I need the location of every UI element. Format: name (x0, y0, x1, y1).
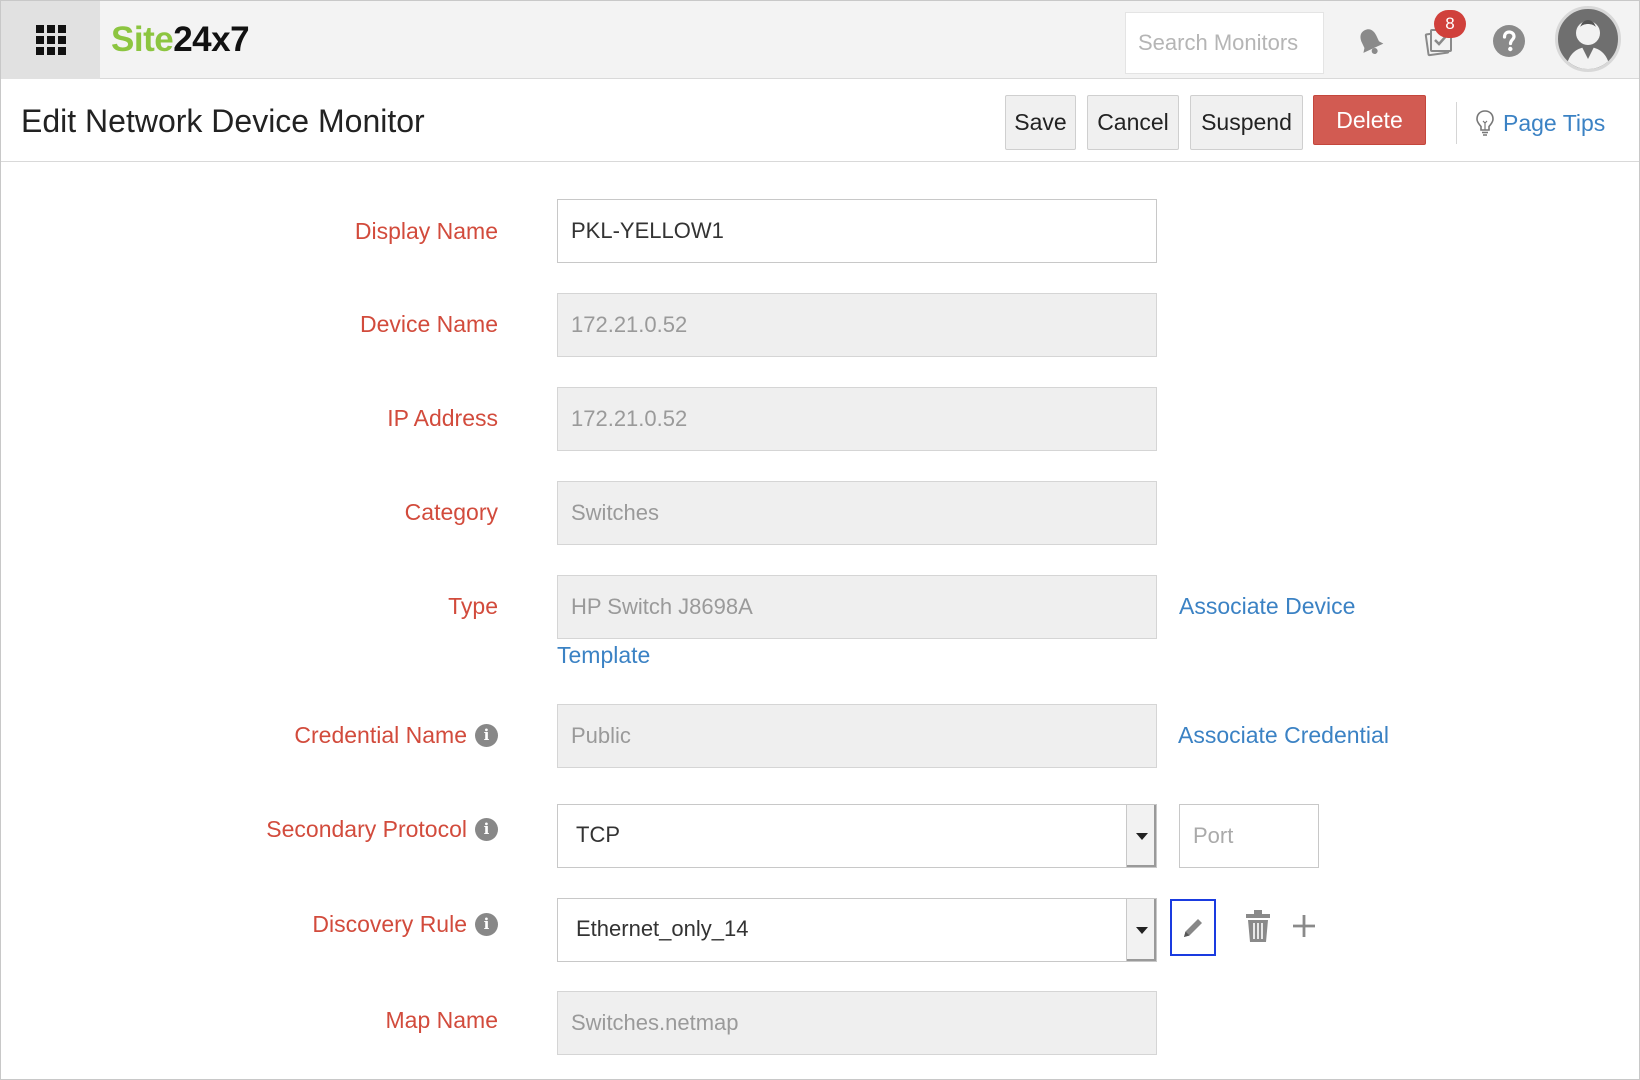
discovery-rule-label: Discovery Rule i (38, 909, 498, 939)
info-icon[interactable]: i (475, 723, 498, 747)
plus-icon (1293, 915, 1315, 937)
ip-address-label-text: IP Address (387, 405, 498, 431)
type-field (557, 575, 1157, 639)
map-name-label-text: Map Name (385, 1007, 498, 1033)
discovery-rule-select[interactable]: Ethernet_only_14 (557, 898, 1157, 962)
help-icon[interactable] (1491, 23, 1527, 59)
app-window: Site24x7 8 (0, 0, 1640, 1080)
chevron-down-icon[interactable] (1126, 899, 1156, 961)
apps-menu-button[interactable] (1, 1, 100, 79)
display-name-input[interactable] (557, 199, 1157, 263)
logo-text-24x7: 24x7 (173, 20, 250, 59)
page-tips-label: Page Tips (1503, 109, 1606, 136)
info-icon[interactable]: i (475, 912, 498, 936)
add-discovery-rule-button[interactable] (1287, 909, 1321, 943)
apps-grid-icon (35, 25, 66, 55)
category-label-text: Category (404, 499, 498, 525)
associate-device-template-link[interactable]: Associate Device (1179, 591, 1355, 621)
credential-name-label: Credential Name i (38, 720, 498, 750)
device-name-field (557, 293, 1157, 357)
top-bar: Site24x7 8 (1, 1, 1639, 79)
suspend-button[interactable]: Suspend (1190, 95, 1303, 150)
cancel-button[interactable]: Cancel (1087, 95, 1179, 150)
page-title: Edit Network Device Monitor (21, 103, 425, 139)
pencil-icon (1184, 918, 1202, 937)
search-monitors-input[interactable] (1125, 12, 1324, 74)
site24x7-logo[interactable]: Site24x7 (111, 19, 250, 61)
type-label-text: Type (448, 593, 498, 619)
associate-device-template-link-continued[interactable]: Template (557, 640, 650, 670)
lightbulb-icon (1476, 110, 1494, 136)
category-field (557, 481, 1157, 545)
page-tips-link[interactable]: Page Tips (1475, 103, 1605, 143)
delete-discovery-rule-button[interactable] (1241, 906, 1275, 946)
info-icon[interactable]: i (475, 817, 498, 841)
bell-icon[interactable] (1352, 23, 1388, 59)
credential-name-label-text: Credential Name (294, 722, 467, 748)
device-name-label: Device Name (38, 309, 498, 339)
port-input[interactable] (1179, 804, 1319, 868)
category-label: Category (38, 497, 498, 527)
header-divider (1456, 102, 1457, 144)
edit-discovery-rule-button[interactable] (1170, 899, 1216, 956)
trash-icon (1246, 910, 1270, 942)
display-name-label-text: Display Name (354, 218, 498, 244)
ip-address-field (557, 387, 1157, 451)
map-name-field (557, 991, 1157, 1055)
type-label: Type (38, 591, 498, 621)
ip-address-label: IP Address (38, 403, 498, 433)
secondary-protocol-label-text: Secondary Protocol (266, 816, 467, 842)
page-header: Edit Network Device Monitor Save Cancel … (1, 80, 1639, 162)
notification-count-badge: 8 (1434, 10, 1466, 38)
discovery-rule-value: Ethernet_only_14 (576, 916, 749, 941)
map-name-label: Map Name (38, 1005, 498, 1035)
display-name-label: Display Name (38, 216, 498, 246)
secondary-protocol-label: Secondary Protocol i (38, 814, 498, 844)
associate-credential-link[interactable]: Associate Credential (1178, 720, 1389, 750)
save-button[interactable]: Save (1005, 95, 1076, 150)
discovery-rule-label-text: Discovery Rule (312, 911, 467, 937)
chevron-down-icon[interactable] (1126, 805, 1156, 867)
secondary-protocol-value: TCP (576, 822, 620, 847)
device-name-label-text: Device Name (359, 311, 498, 337)
delete-button[interactable]: Delete (1313, 95, 1426, 145)
credential-name-field (557, 704, 1157, 768)
logo-text-site: Site (111, 20, 174, 59)
user-avatar-icon[interactable] (1555, 6, 1621, 72)
secondary-protocol-select[interactable]: TCP (557, 804, 1157, 868)
